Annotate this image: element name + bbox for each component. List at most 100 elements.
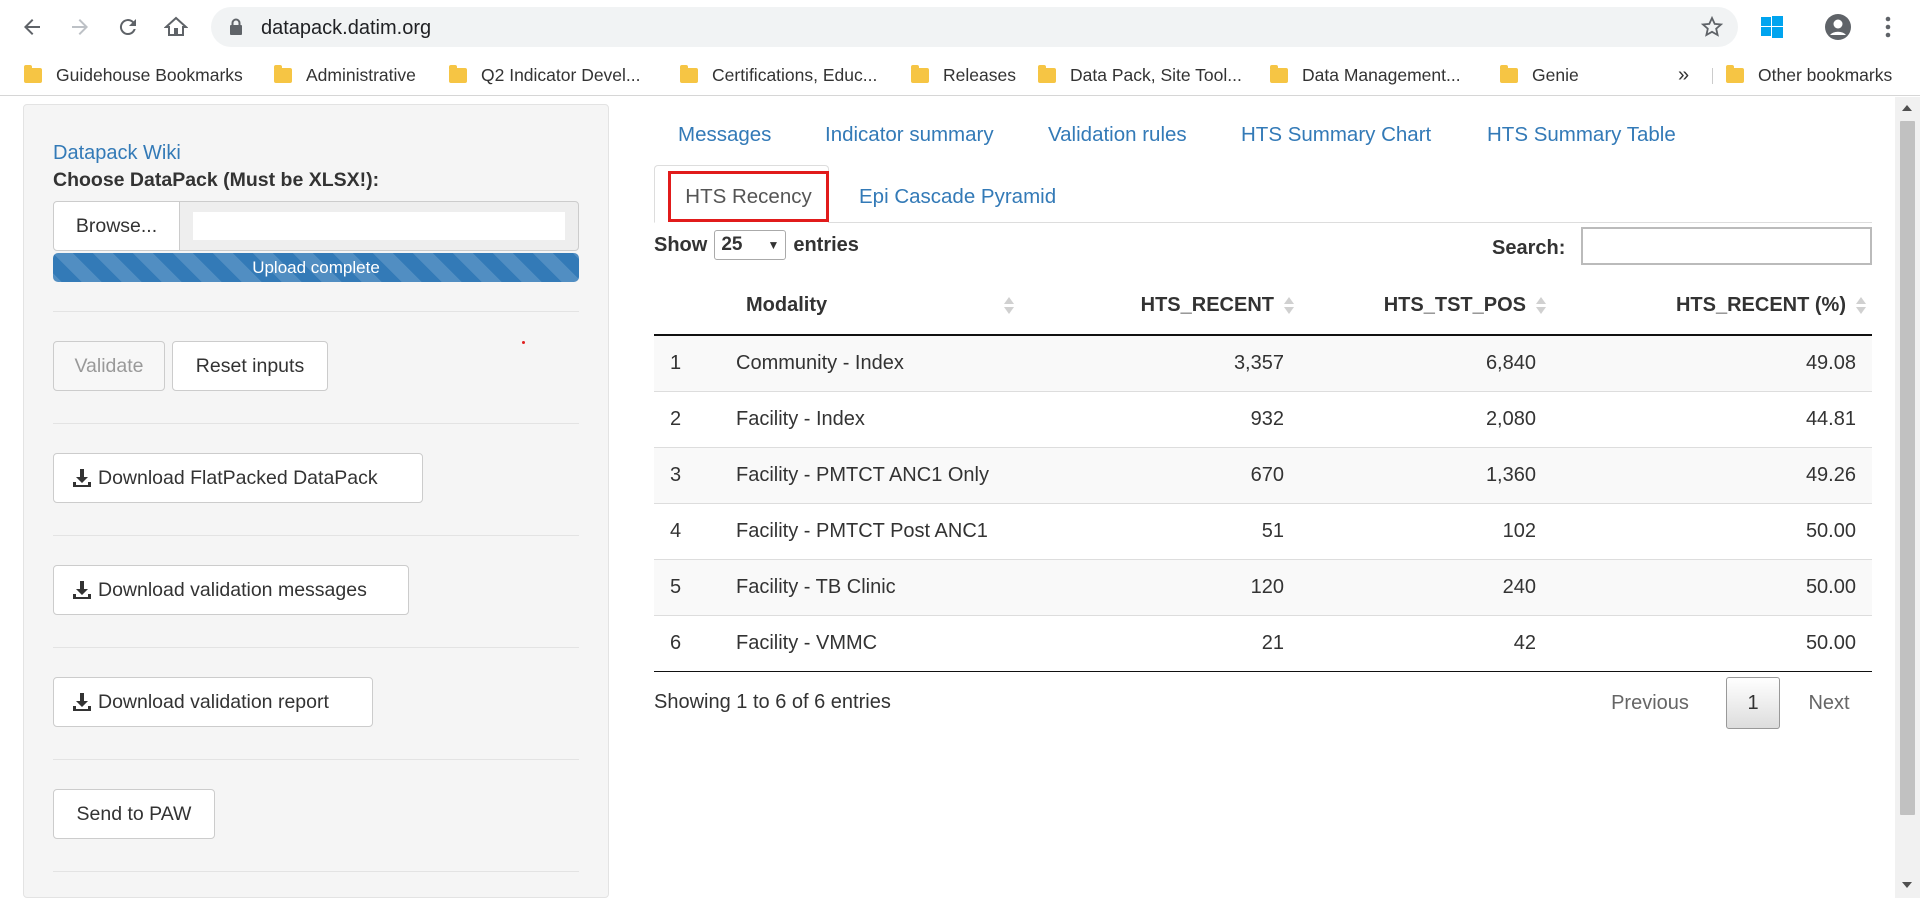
- row-hts-recent-pct: 49.08: [1552, 334, 1872, 391]
- scrollbar-thumb[interactable]: [1900, 121, 1915, 815]
- row-index: 4: [654, 502, 734, 559]
- row-modality: Facility - VMMC: [734, 614, 1054, 672]
- row-modality: Facility - TB Clinic: [734, 558, 1054, 615]
- table-row: 3 Facility - PMTCT ANC1 Only 670 1,360 4…: [654, 446, 1872, 503]
- tab-hts-recency-label: HTS Recency: [668, 171, 829, 222]
- lock-icon: [230, 18, 242, 35]
- star-icon[interactable]: [1700, 15, 1724, 39]
- tab-hts-summary-table[interactable]: HTS Summary Table: [1487, 123, 1676, 147]
- previous-page-button[interactable]: Previous: [1600, 677, 1700, 729]
- vertical-scrollbar[interactable]: [1895, 97, 1920, 898]
- download-icon: [73, 693, 91, 711]
- bookmarks-divider: [1712, 68, 1713, 84]
- hts-recency-table: Modality HTS_RECENT HTS_TST_POS HTS_RECE…: [654, 277, 1872, 672]
- red-dot-mark: [522, 341, 525, 344]
- tab-validation-rules[interactable]: Validation rules: [1048, 123, 1187, 147]
- row-modality: Facility - Index: [734, 390, 1054, 447]
- menu-kebab-icon[interactable]: [1871, 10, 1905, 44]
- windows-icon[interactable]: [1755, 10, 1789, 44]
- back-icon[interactable]: [14, 9, 50, 45]
- download-icon: [73, 581, 91, 599]
- row-modality: Community - Index: [734, 334, 1054, 391]
- search-input[interactable]: [1581, 227, 1872, 265]
- folder-icon: [449, 64, 467, 83]
- row-hts-tst-pos: 6,840: [1300, 334, 1552, 391]
- download-validation-report-button[interactable]: Download validation report: [53, 677, 373, 727]
- bookmark-guidehouse[interactable]: Guidehouse Bookmarks: [24, 63, 243, 87]
- divider: [53, 871, 579, 872]
- row-hts-recent-pct: 50.00: [1552, 558, 1872, 615]
- folder-icon: [1500, 64, 1518, 83]
- row-index: 2: [654, 390, 734, 447]
- table-row: 6 Facility - VMMC 21 42 50.00: [654, 614, 1872, 672]
- reload-icon[interactable]: [110, 9, 146, 45]
- send-to-paw-button[interactable]: Send to PAW: [53, 789, 215, 839]
- divider: [53, 759, 579, 760]
- sidebar-panel: Datapack Wiki Choose DataPack (Must be X…: [23, 104, 609, 898]
- home-icon[interactable]: [158, 9, 194, 45]
- tab-hts-recency[interactable]: HTS Recency: [654, 165, 829, 223]
- bookmarks-overflow-button[interactable]: »: [1678, 64, 1689, 87]
- folder-icon: [1270, 64, 1288, 83]
- page-length-select[interactable]: 25 ▼: [714, 230, 787, 260]
- bookmark-q2-indicator[interactable]: Q2 Indicator Devel...: [449, 63, 641, 87]
- row-hts-recent-pct: 50.00: [1552, 614, 1872, 672]
- bookmark-releases[interactable]: Releases: [911, 63, 1016, 87]
- validate-button[interactable]: Validate: [53, 341, 165, 391]
- entries-label: entries: [793, 233, 859, 256]
- tab-hts-summary-chart[interactable]: HTS Summary Chart: [1241, 123, 1431, 147]
- folder-icon: [274, 64, 292, 83]
- main-panel: Messages Indicator summary Validation ru…: [654, 97, 1872, 898]
- table-row: 2 Facility - Index 932 2,080 44.81: [654, 390, 1872, 447]
- divider: [53, 423, 579, 424]
- folder-icon: [1726, 64, 1744, 83]
- download-validation-messages-button[interactable]: Download validation messages: [53, 565, 409, 615]
- download-flatpacked-button[interactable]: Download FlatPacked DataPack: [53, 453, 423, 503]
- tab-messages[interactable]: Messages: [678, 123, 771, 147]
- column-header-index[interactable]: [654, 277, 734, 336]
- tab-epi-cascade-pyramid[interactable]: Epi Cascade Pyramid: [859, 185, 1056, 209]
- bookmark-other[interactable]: Other bookmarks: [1726, 63, 1892, 87]
- bookmark-administrative[interactable]: Administrative: [274, 63, 416, 87]
- bookmark-certifications[interactable]: Certifications, Educ...: [680, 63, 877, 87]
- next-page-button[interactable]: Next: [1794, 677, 1864, 729]
- table-row: 5 Facility - TB Clinic 120 240 50.00: [654, 558, 1872, 615]
- upload-progress-bar: Upload complete: [53, 253, 579, 282]
- table-info: Showing 1 to 6 of 6 entries: [654, 691, 891, 713]
- forward-icon[interactable]: [62, 9, 98, 45]
- row-hts-recent: 670: [1054, 446, 1300, 503]
- row-hts-recent: 120: [1054, 558, 1300, 615]
- bookmarks-bar: Guidehouse Bookmarks Administrative Q2 I…: [0, 54, 1920, 96]
- row-hts-tst-pos: 1,360: [1300, 446, 1552, 503]
- page-1-button[interactable]: 1: [1726, 677, 1780, 729]
- tab-indicator-summary[interactable]: Indicator summary: [825, 123, 994, 147]
- scroll-up-icon[interactable]: [1902, 105, 1912, 111]
- row-hts-recent-pct: 50.00: [1552, 502, 1872, 559]
- sort-icon: [1856, 297, 1866, 315]
- file-name-field[interactable]: [179, 201, 579, 251]
- page-length-control: Show 25 ▼ entries: [654, 230, 859, 260]
- sort-icon: [1284, 297, 1294, 315]
- column-header-hts-recent-pct[interactable]: HTS_RECENT (%): [1552, 277, 1872, 336]
- row-modality: Facility - PMTCT ANC1 Only: [734, 446, 1054, 503]
- browse-button[interactable]: Browse...: [53, 201, 180, 251]
- bookmark-data-management[interactable]: Data Management...: [1270, 63, 1461, 87]
- column-header-hts-recent[interactable]: HTS_RECENT: [1054, 277, 1300, 336]
- address-bar[interactable]: datapack.datim.org: [211, 7, 1738, 47]
- column-header-modality[interactable]: Modality: [734, 277, 1054, 336]
- row-hts-recent-pct: 49.26: [1552, 446, 1872, 503]
- table-row: 1 Community - Index 3,357 6,840 49.08: [654, 334, 1872, 391]
- divider: [53, 535, 579, 536]
- row-index: 6: [654, 614, 734, 672]
- divider: [53, 647, 579, 648]
- bookmark-data-pack[interactable]: Data Pack, Site Tool...: [1038, 63, 1242, 87]
- reset-inputs-button[interactable]: Reset inputs: [172, 341, 328, 391]
- column-header-hts-tst-pos[interactable]: HTS_TST_POS: [1300, 277, 1552, 336]
- account-icon[interactable]: [1821, 10, 1855, 44]
- scroll-down-icon[interactable]: [1902, 882, 1912, 888]
- sort-icon: [1536, 297, 1546, 315]
- row-hts-tst-pos: 102: [1300, 502, 1552, 559]
- bookmark-genie[interactable]: Genie: [1500, 63, 1579, 87]
- datapack-wiki-link[interactable]: Datapack Wiki: [53, 142, 181, 165]
- url-text: datapack.datim.org: [261, 17, 432, 39]
